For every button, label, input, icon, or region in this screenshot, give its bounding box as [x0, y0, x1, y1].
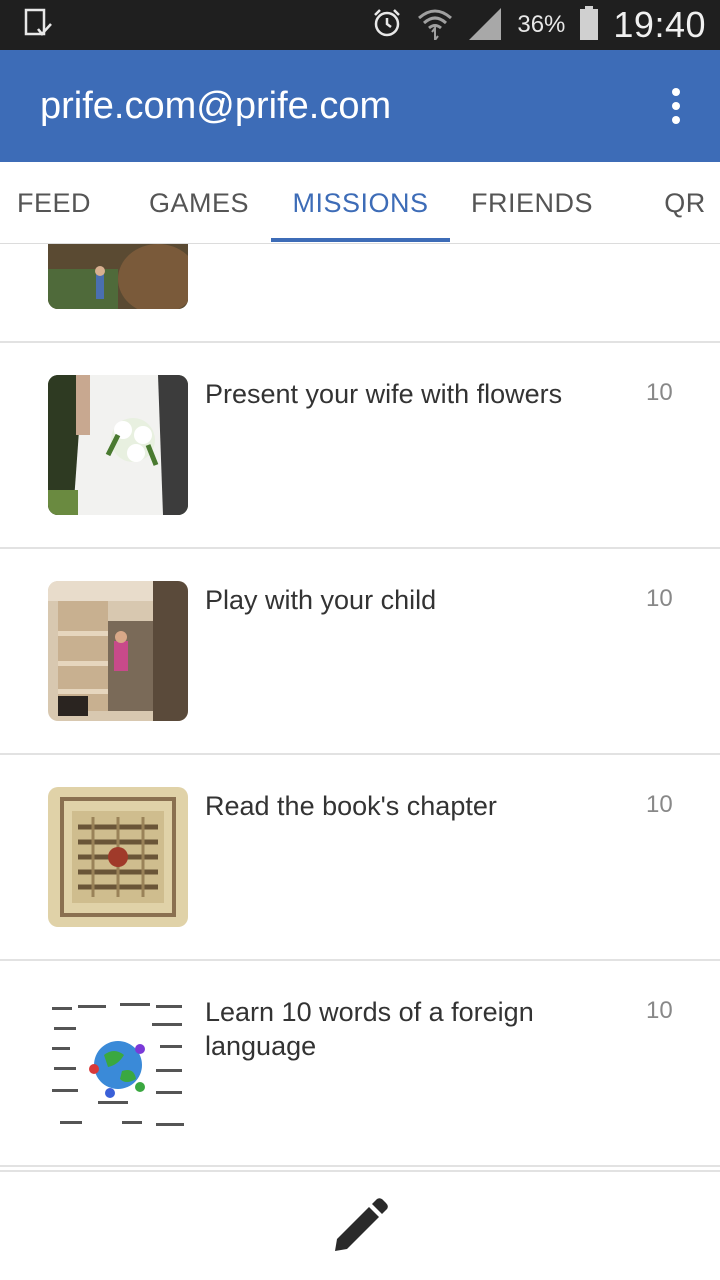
- tab-missions[interactable]: MISSIONS: [271, 162, 450, 244]
- mission-image-manuscript: [48, 787, 188, 927]
- mission-title: Play with your child: [205, 585, 437, 615]
- clock: 19:40: [613, 4, 706, 45]
- device-check-icon: [22, 7, 54, 43]
- app-bar: prife.com@prife.com: [0, 50, 720, 162]
- mission-image-globe: [48, 993, 188, 1133]
- mission-points: 10: [646, 379, 673, 406]
- list-item[interactable]: Present your wife with flowers 10: [0, 343, 720, 549]
- tab-games[interactable]: GAMES: [130, 162, 268, 244]
- list-item[interactable]: Play with your child 10: [0, 549, 720, 755]
- account-title: prife.com@prife.com: [40, 84, 392, 127]
- tab-qr[interactable]: QR: [640, 162, 720, 244]
- list-item[interactable]: Read the book's chapter 10: [0, 755, 720, 961]
- list-item[interactable]: Learn 10 words of a foreign language 10: [0, 961, 720, 1167]
- mission-title: Present your wife with flowers: [205, 379, 563, 409]
- overflow-menu-icon[interactable]: [656, 76, 696, 136]
- mission-image-bouquet: [48, 375, 188, 515]
- list-item[interactable]: [0, 244, 720, 343]
- mission-points: 10: [646, 997, 673, 1024]
- mission-points: 10: [646, 585, 673, 612]
- status-bar: 36% 19:40: [0, 0, 720, 50]
- edit-pencil-icon[interactable]: [325, 1191, 395, 1261]
- bottom-action-bar: [0, 1170, 720, 1280]
- tab-bar: FEED GAMES MISSIONS FRIENDS QR: [0, 162, 720, 244]
- mission-list[interactable]: Present your wife with flowers 10 Play w…: [0, 244, 720, 1170]
- mission-image-child: [48, 581, 188, 721]
- battery-icon: [579, 6, 599, 44]
- battery-percent: 36%: [517, 11, 566, 38]
- mission-title: Read the book's chapter: [205, 791, 497, 821]
- alarm-icon: [371, 7, 403, 43]
- active-tab-indicator: [271, 238, 450, 242]
- mission-points: 10: [646, 791, 673, 818]
- mission-title: Learn 10 words of a foreign language: [205, 997, 534, 1061]
- tab-feed[interactable]: FEED: [0, 162, 108, 244]
- tab-friends[interactable]: FRIENDS: [462, 162, 602, 244]
- mission-image-tree: [48, 244, 188, 309]
- signal-icon: [467, 6, 503, 44]
- wifi-icon: [417, 6, 453, 44]
